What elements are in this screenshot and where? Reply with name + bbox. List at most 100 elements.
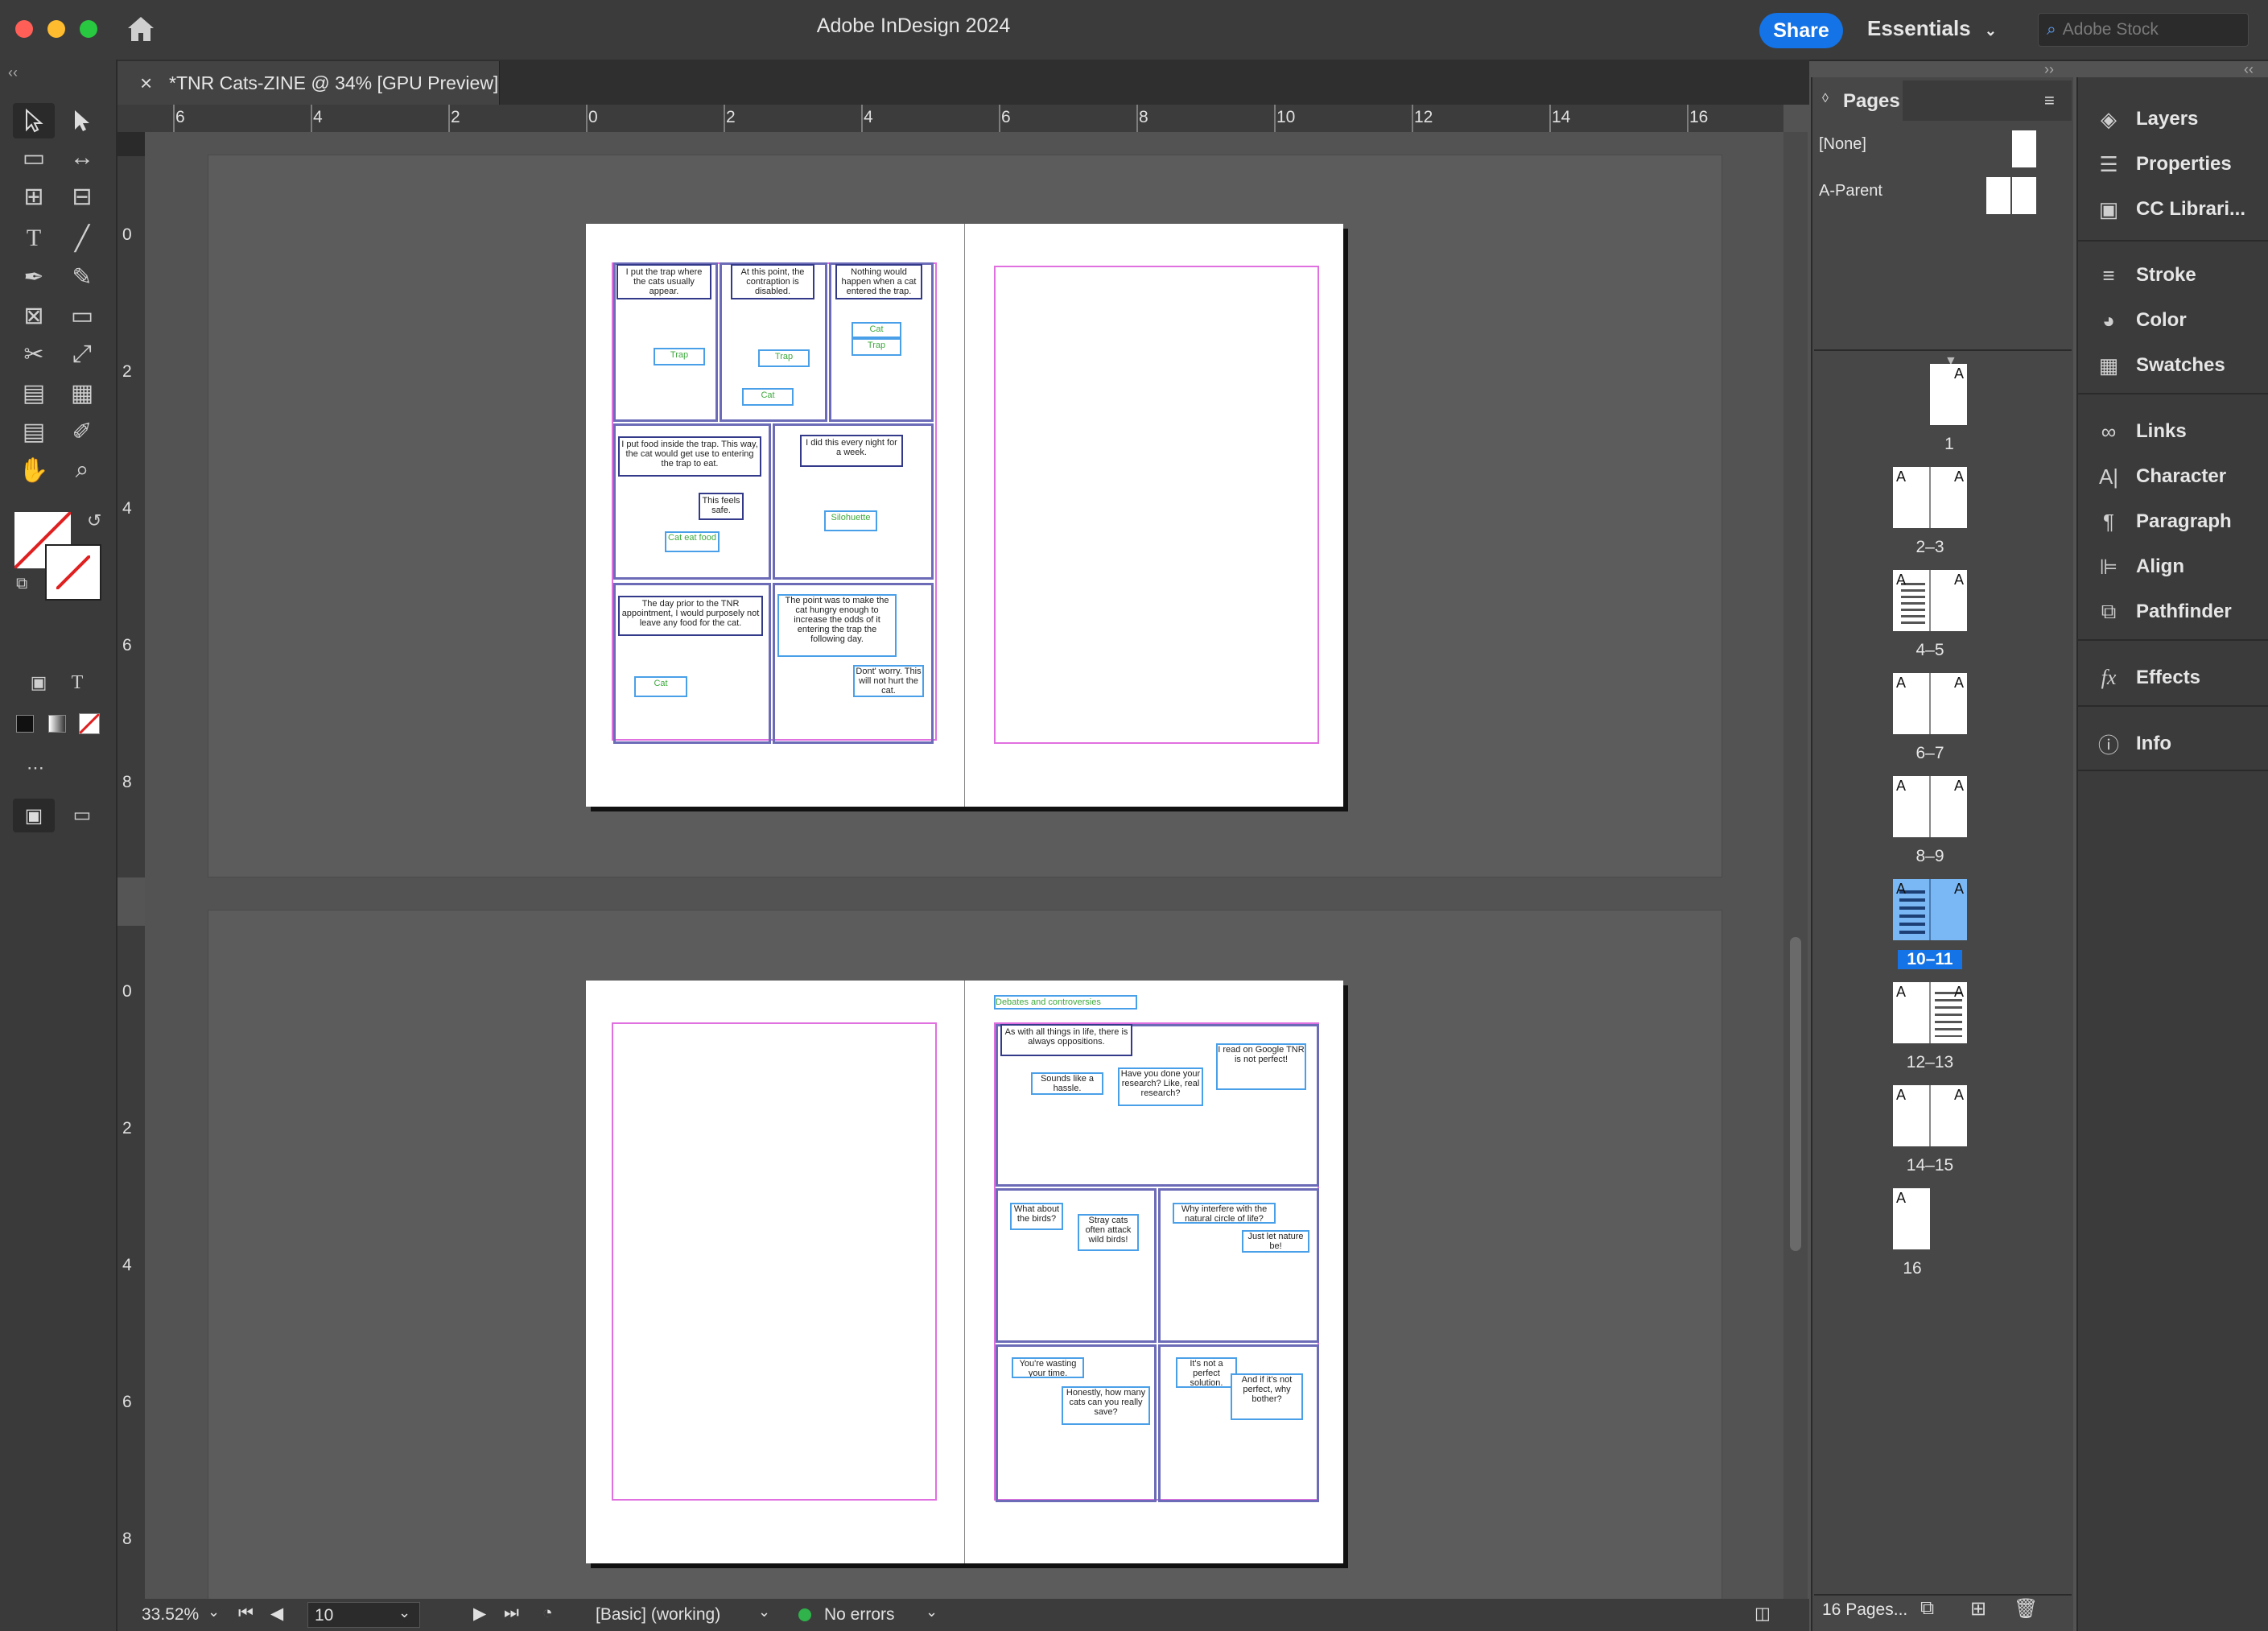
dock-pathfinder[interactable]: ⧉ Pathfinder [2093, 596, 2262, 628]
zoom-dropdown-icon[interactable]: ⌄ [208, 1604, 220, 1621]
content-placer-icon[interactable]: ⊟ [61, 179, 103, 214]
page-thumb-12-13[interactable]: A A [1893, 982, 1967, 1043]
preflight-profile[interactable]: [Basic] (working) [596, 1605, 720, 1625]
previous-page-icon[interactable]: ◀ [270, 1604, 283, 1624]
new-page-icon[interactable]: ⊞ [1970, 1597, 1986, 1621]
spread-label[interactable]: 1 [1925, 435, 1973, 454]
speech-bubble[interactable]: It's not a perfect solution. [1176, 1357, 1237, 1388]
section-header[interactable]: Debates and controversies [994, 995, 1137, 1010]
speech-bubble[interactable]: Dont' worry. This will not hurt the cat. [853, 665, 924, 697]
collapse-toolbox-icon[interactable]: ‹‹ [8, 64, 18, 81]
chevron-down-icon[interactable]: ⌄ [398, 1604, 410, 1621]
image-placeholder[interactable]: Cat eat food [665, 531, 720, 552]
swap-fill-stroke-icon[interactable]: ↺ [87, 510, 101, 531]
speech-bubble[interactable]: Have you done your research? Like, real … [1118, 1067, 1203, 1106]
caption-box[interactable]: I put the trap where the cats usually ap… [616, 264, 711, 299]
speech-bubble[interactable]: Sounds like a hassle. [1031, 1072, 1103, 1095]
free-transform-tool-icon[interactable]: ⤢ [61, 337, 103, 372]
apply-none-icon[interactable] [78, 712, 101, 735]
page-13[interactable]: Debates and controversies As with all th… [964, 981, 1343, 1563]
image-placeholder[interactable]: Trap [852, 338, 901, 356]
collapse-dock-icon[interactable]: ‹‹ [2244, 61, 2254, 78]
selection-tool-icon[interactable] [13, 103, 55, 138]
image-placeholder[interactable]: Silohuette [824, 510, 877, 531]
apply-color-icon[interactable] [16, 715, 34, 733]
dock-effects[interactable]: fx Effects [2093, 662, 2262, 694]
caption-box[interactable]: At this point, the contraption is disabl… [731, 264, 814, 299]
page-tool-icon[interactable]: ▭ [13, 140, 55, 175]
gap-tool-icon[interactable]: ↔ [61, 140, 103, 175]
image-placeholder[interactable]: Cat [742, 388, 794, 406]
share-button[interactable]: Share [1759, 13, 1843, 48]
parent-a-thumb-right[interactable] [2012, 177, 2036, 214]
parent-a-thumb-left[interactable] [1986, 177, 2010, 214]
close-tab-icon[interactable]: × [140, 71, 152, 96]
adobe-stock-search[interactable]: ⌕ Adobe Stock [2038, 13, 2249, 47]
speech-bubble[interactable]: Honestly, how many cats can you really s… [1062, 1386, 1150, 1425]
rectangle-frame-tool-icon[interactable]: ⊠ [13, 298, 55, 333]
line-tool-icon[interactable]: ╱ [61, 221, 103, 256]
note-tool-icon[interactable]: ▤ [13, 414, 55, 449]
speech-bubble[interactable]: What about the birds? [1010, 1203, 1063, 1230]
last-page-icon[interactable]: ⏭ [504, 1604, 519, 1623]
formatting-container-icon[interactable]: ▣ [18, 665, 60, 700]
eyedropper-tool-icon[interactable]: ✐ [61, 414, 103, 449]
parent-a-label[interactable]: A-Parent [1819, 182, 1882, 200]
split-window-icon[interactable]: ◫ [1755, 1604, 1771, 1624]
spread-label-selected[interactable]: 10–11 [1898, 950, 1962, 969]
page-thumb-1[interactable]: A [1930, 364, 1967, 425]
default-fill-stroke-icon[interactable]: ⧉ [16, 575, 27, 593]
image-placeholder[interactable]: Trap [654, 348, 705, 365]
parent-none-label[interactable]: [None] [1819, 135, 1866, 154]
page-thumb-16[interactable]: A [1893, 1188, 1930, 1249]
caption-box[interactable]: I did this every night for a week. [800, 435, 903, 467]
normal-view-icon[interactable]: ▣ [13, 799, 55, 832]
parent-none-thumb[interactable] [2012, 130, 2036, 167]
trash-icon[interactable]: 🗑 [2014, 1597, 2038, 1621]
spread-label[interactable]: 2–3 [1898, 538, 1962, 557]
page-thumb-4-5[interactable]: A A [1893, 570, 1967, 631]
panel-menu-icon[interactable]: ≡ [2044, 90, 2055, 111]
dock-swatches[interactable]: ▦ Swatches [2093, 349, 2262, 382]
dock-align[interactable]: ⊫ Align [2093, 551, 2262, 583]
spread-label[interactable]: 6–7 [1898, 744, 1962, 763]
caption-box[interactable]: I put food inside the trap. This way, th… [618, 436, 761, 477]
caption-box[interactable]: The point was to make the cat hungry eno… [777, 594, 897, 657]
page-11[interactable] [964, 224, 1343, 807]
spread-label[interactable]: 14–15 [1898, 1156, 1962, 1175]
chevron-down-icon[interactable]: ⌄ [758, 1604, 770, 1621]
image-placeholder[interactable]: Cat [852, 322, 901, 338]
speech-bubble[interactable]: Why interfere with the natural circle of… [1173, 1203, 1276, 1224]
hand-tool-icon[interactable]: ✋ [13, 452, 55, 488]
scissors-tool-icon[interactable]: ✂ [13, 337, 55, 372]
page-thumb-14-15[interactable]: A A [1893, 1085, 1967, 1146]
page-number-field[interactable]: 10 ⌄ [307, 1602, 420, 1628]
preflight-errors[interactable]: No errors [824, 1605, 895, 1625]
speech-bubble[interactable]: You're wasting your time. [1012, 1357, 1084, 1378]
content-collector-icon[interactable]: ⊞ [13, 179, 55, 214]
dock-color[interactable]: ◕ Color [2093, 304, 2262, 337]
dock-cc-libraries[interactable]: ▣ CC Librari... [2093, 193, 2262, 225]
collapse-panel-icon[interactable]: ›› [2044, 61, 2054, 78]
speech-bubble[interactable]: Just let nature be! [1242, 1230, 1309, 1253]
pages-count[interactable]: 16 Pages... [1822, 1600, 1907, 1620]
formatting-text-icon[interactable]: T [56, 665, 98, 700]
chevron-down-icon[interactable]: ⌄ [926, 1604, 938, 1621]
dock-character[interactable]: A| Character [2093, 460, 2262, 493]
horizontal-ruler[interactable]: 6 4 2 0 2 4 6 8 10 12 14 16 [118, 105, 1783, 133]
next-page-icon[interactable]: ▶ [473, 1604, 486, 1624]
canvas-scrollbar[interactable] [1783, 132, 1808, 1599]
dock-stroke[interactable]: ≡ Stroke [2093, 259, 2262, 291]
dock-paragraph[interactable]: ¶ Paragraph [2093, 506, 2262, 538]
image-placeholder[interactable]: Trap [758, 349, 810, 367]
expand-icon[interactable]: ◊ [1822, 92, 1829, 106]
document-canvas[interactable]: I put the trap where the cats usually ap… [145, 132, 1783, 1599]
speech-bubble[interactable]: And if it's not perfect, why bother? [1231, 1373, 1303, 1420]
zoom-tool-icon[interactable]: ⌕ [61, 452, 103, 488]
edit-toolbar-icon[interactable]: ⋯ [14, 750, 56, 786]
first-page-icon[interactable]: ⏮ [238, 1604, 254, 1623]
page-thumb-8-9[interactable]: A A [1893, 776, 1967, 837]
speech-bubble[interactable]: I read on Google TNR is not perfect! [1216, 1043, 1306, 1090]
document-tab[interactable]: × *TNR Cats-ZINE @ 34% [GPU Preview] [118, 61, 500, 105]
image-placeholder[interactable]: Cat [634, 676, 687, 697]
